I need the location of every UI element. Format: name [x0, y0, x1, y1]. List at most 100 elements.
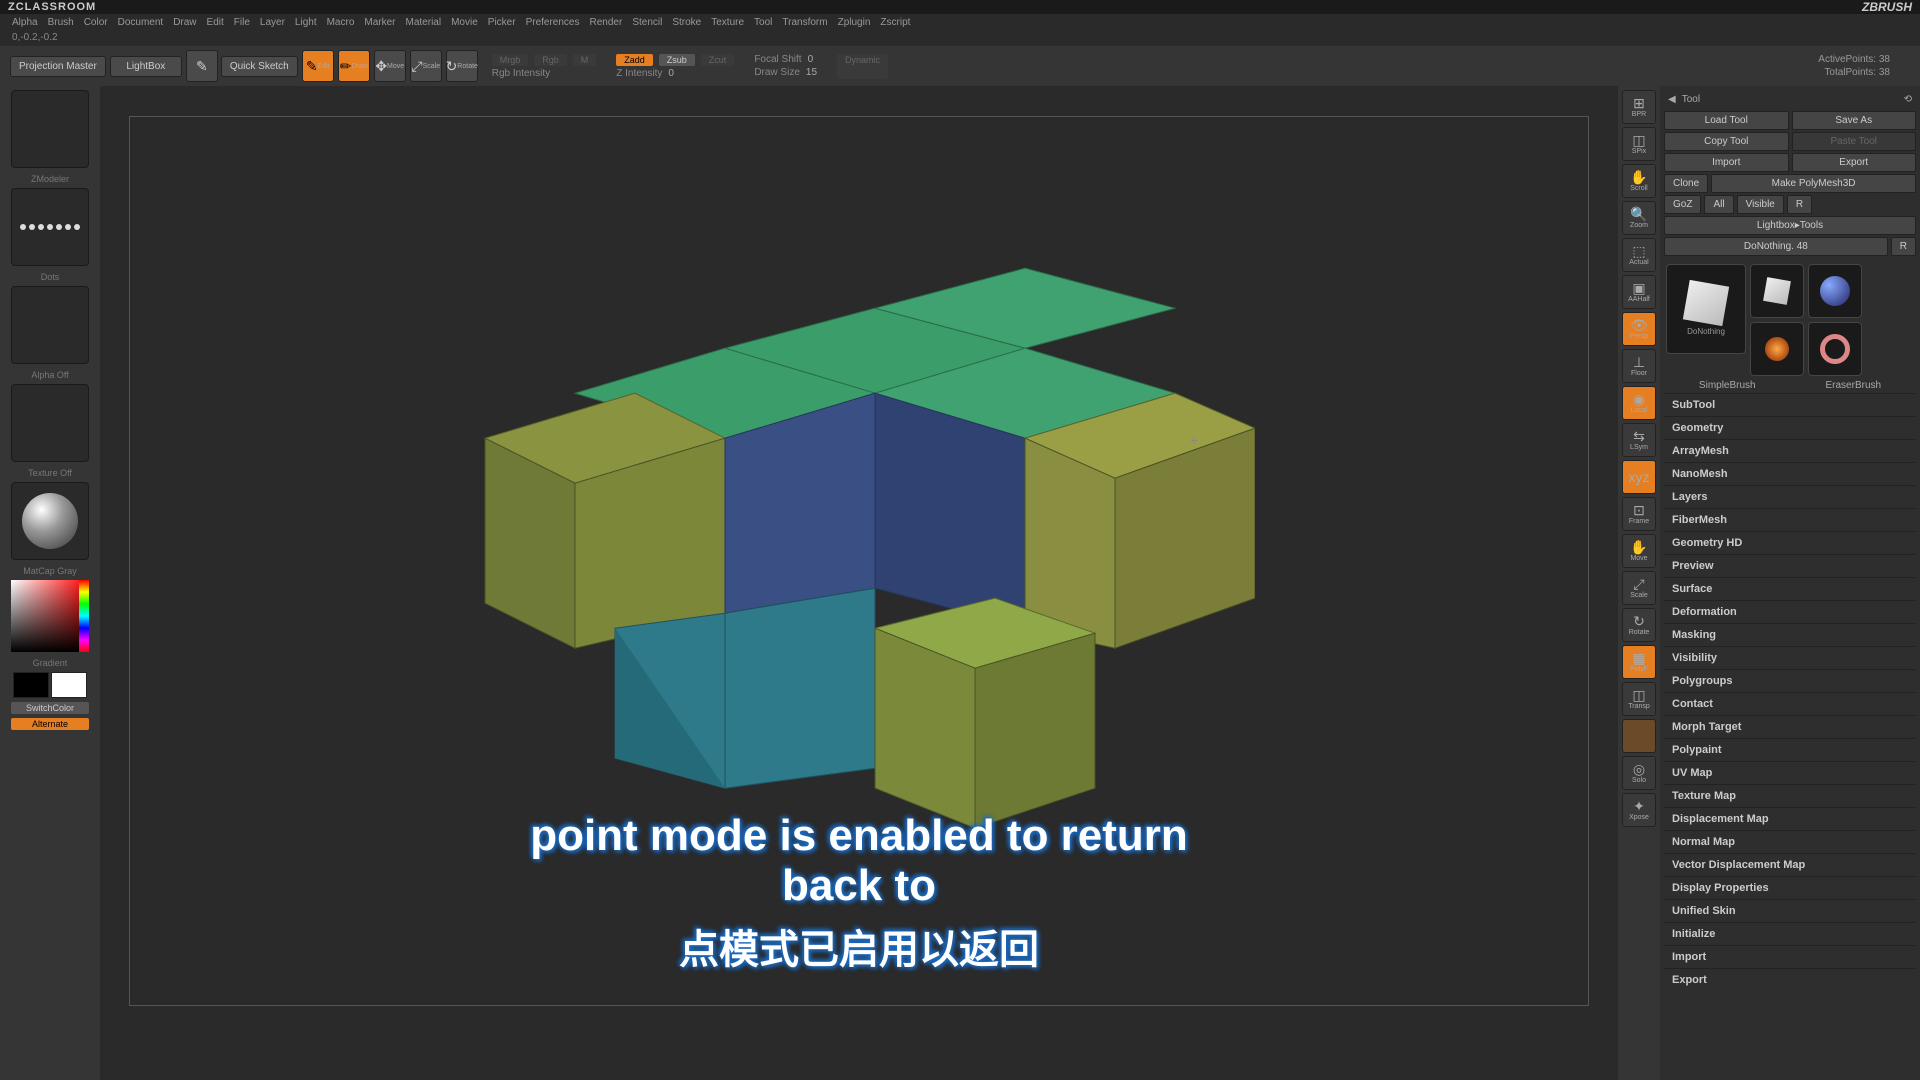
viewport-xyz-button[interactable]: xyz — [1622, 460, 1656, 494]
menu-color[interactable]: Color — [84, 17, 108, 28]
simplebrush-thumb[interactable] — [1750, 322, 1804, 376]
menu-tool[interactable]: Tool — [754, 17, 772, 28]
load-tool-button[interactable]: Load Tool — [1664, 111, 1789, 130]
make-polymesh-button[interactable]: Make PolyMesh3D — [1711, 174, 1916, 193]
lightbox-button[interactable]: LightBox — [110, 56, 182, 77]
menu-zplugin[interactable]: Zplugin — [838, 17, 871, 28]
viewport-scale-button[interactable]: ⤢Scale — [1622, 571, 1656, 605]
section-vector-displacement-map[interactable]: Vector Displacement Map — [1664, 853, 1916, 876]
quick-sketch-button[interactable]: Quick Sketch — [221, 56, 298, 77]
quick-sketch-icon[interactable]: ✎ — [186, 50, 218, 82]
menu-brush[interactable]: Brush — [48, 17, 74, 28]
section-surface[interactable]: Surface — [1664, 577, 1916, 600]
menu-material[interactable]: Material — [406, 17, 442, 28]
section-uv-map[interactable]: UV Map — [1664, 761, 1916, 784]
viewport-rotate-button[interactable]: ↻Rotate — [1622, 608, 1656, 642]
clone-button[interactable]: Clone — [1664, 174, 1708, 193]
viewport-zoom-button[interactable]: 🔍Zoom — [1622, 201, 1656, 235]
menu-draw[interactable]: Draw — [173, 17, 196, 28]
zcut-toggle[interactable]: Zcut — [701, 54, 735, 66]
section-geometry-hd[interactable]: Geometry HD — [1664, 531, 1916, 554]
section-visibility[interactable]: Visibility — [1664, 646, 1916, 669]
menu-picker[interactable]: Picker — [488, 17, 516, 28]
section-preview[interactable]: Preview — [1664, 554, 1916, 577]
viewport-solo-button[interactable]: ◎Solo — [1622, 756, 1656, 790]
draw-size-value[interactable]: 15 — [806, 67, 817, 78]
goz-r-button[interactable]: R — [1787, 195, 1812, 214]
rotate-mode-button[interactable]: ↻Rotate — [446, 50, 478, 82]
menu-stroke[interactable]: Stroke — [672, 17, 701, 28]
menu-alpha[interactable]: Alpha — [12, 17, 38, 28]
goz-all-button[interactable]: All — [1704, 195, 1733, 214]
projection-master-button[interactable]: Projection Master — [10, 56, 106, 77]
section-arraymesh[interactable]: ArrayMesh — [1664, 439, 1916, 462]
menu-transform[interactable]: Transform — [782, 17, 827, 28]
zmodeler-slot[interactable] — [11, 90, 89, 168]
save-as-button[interactable]: Save As — [1792, 111, 1917, 130]
draw-mode-button[interactable]: ✏Draw — [338, 50, 370, 82]
viewport-bpr-button[interactable]: ⊞BPR — [1622, 90, 1656, 124]
zsub-toggle[interactable]: Zsub — [659, 54, 695, 66]
section-deformation[interactable]: Deformation — [1664, 600, 1916, 623]
switch-color-button[interactable]: SwitchColor — [11, 702, 89, 714]
viewport-lsym-button[interactable]: ⇆LSym — [1622, 423, 1656, 457]
viewport-local-button[interactable]: ◉Local — [1622, 386, 1656, 420]
menu-render[interactable]: Render — [590, 17, 623, 28]
mrgb-toggle[interactable]: Mrgb — [492, 54, 529, 66]
goz-button[interactable]: GoZ — [1664, 195, 1701, 214]
swatch-white[interactable] — [51, 672, 87, 698]
export-button[interactable]: Export — [1792, 153, 1917, 172]
menu-preferences[interactable]: Preferences — [526, 17, 580, 28]
alphabrush-thumb[interactable] — [1808, 264, 1862, 318]
menu-macro[interactable]: Macro — [327, 17, 355, 28]
alpha-slot[interactable] — [11, 286, 89, 364]
section-unified-skin[interactable]: Unified Skin — [1664, 899, 1916, 922]
viewport-scroll-button[interactable]: ✋Scroll — [1622, 164, 1656, 198]
section-morph-target[interactable]: Morph Target — [1664, 715, 1916, 738]
menu-marker[interactable]: Marker — [364, 17, 395, 28]
color-picker[interactable] — [11, 580, 89, 652]
swatch-black[interactable] — [13, 672, 49, 698]
active-tool-thumb[interactable]: DoNothing — [1666, 264, 1746, 354]
zadd-toggle[interactable]: Zadd — [616, 54, 653, 66]
section-nanomesh[interactable]: NanoMesh — [1664, 462, 1916, 485]
lightbox-tools-button[interactable]: Lightbox▸Tools — [1664, 216, 1916, 235]
menu-document[interactable]: Document — [118, 17, 164, 28]
viewport-floor-button[interactable]: ⊥Floor — [1622, 349, 1656, 383]
section-import[interactable]: Import — [1664, 945, 1916, 968]
section-normal-map[interactable]: Normal Map — [1664, 830, 1916, 853]
move-mode-button[interactable]: ✥Move — [374, 50, 406, 82]
menu-file[interactable]: File — [234, 17, 250, 28]
menu-zscript[interactable]: Zscript — [880, 17, 910, 28]
z-intensity-value[interactable]: 0 — [668, 68, 674, 79]
viewport-aahalf-button[interactable]: ▣AAHalf — [1622, 275, 1656, 309]
paste-tool-button[interactable]: Paste Tool — [1792, 132, 1917, 151]
donothing-thumb[interactable] — [1750, 264, 1804, 318]
viewport-polyf-button[interactable]: ▦PolyF — [1622, 645, 1656, 679]
menu-edit[interactable]: Edit — [207, 17, 224, 28]
rgb-toggle[interactable]: Rgb — [534, 54, 567, 66]
menu-movie[interactable]: Movie — [451, 17, 478, 28]
section-polypaint[interactable]: Polypaint — [1664, 738, 1916, 761]
viewport-persp-button[interactable]: 👁Persp — [1622, 312, 1656, 346]
back-icon[interactable]: ◀ — [1668, 94, 1676, 105]
section-subtool[interactable]: SubTool — [1664, 393, 1916, 416]
restore-icon[interactable]: ⟲ — [1904, 94, 1912, 105]
m-toggle[interactable]: M — [573, 54, 597, 66]
viewport-move-button[interactable]: ✋Move — [1622, 534, 1656, 568]
viewport-transp-button[interactable]: ◫Transp — [1622, 682, 1656, 716]
section-contact[interactable]: Contact — [1664, 692, 1916, 715]
section-display-properties[interactable]: Display Properties — [1664, 876, 1916, 899]
viewport--button[interactable] — [1622, 719, 1656, 753]
viewport[interactable]: + point mode is enabled to return back t… — [129, 116, 1589, 1006]
edit-mode-button[interactable]: ✎Edit — [302, 50, 334, 82]
tool-name-field[interactable]: DoNothing. 48 — [1664, 237, 1888, 256]
goz-visible-button[interactable]: Visible — [1737, 195, 1784, 214]
section-masking[interactable]: Masking — [1664, 623, 1916, 646]
focal-shift-value[interactable]: 0 — [808, 54, 814, 65]
tool-r-button[interactable]: R — [1891, 237, 1916, 256]
section-export[interactable]: Export — [1664, 968, 1916, 991]
section-polygroups[interactable]: Polygroups — [1664, 669, 1916, 692]
viewport-spix-button[interactable]: ◫SPix — [1622, 127, 1656, 161]
menu-light[interactable]: Light — [295, 17, 317, 28]
